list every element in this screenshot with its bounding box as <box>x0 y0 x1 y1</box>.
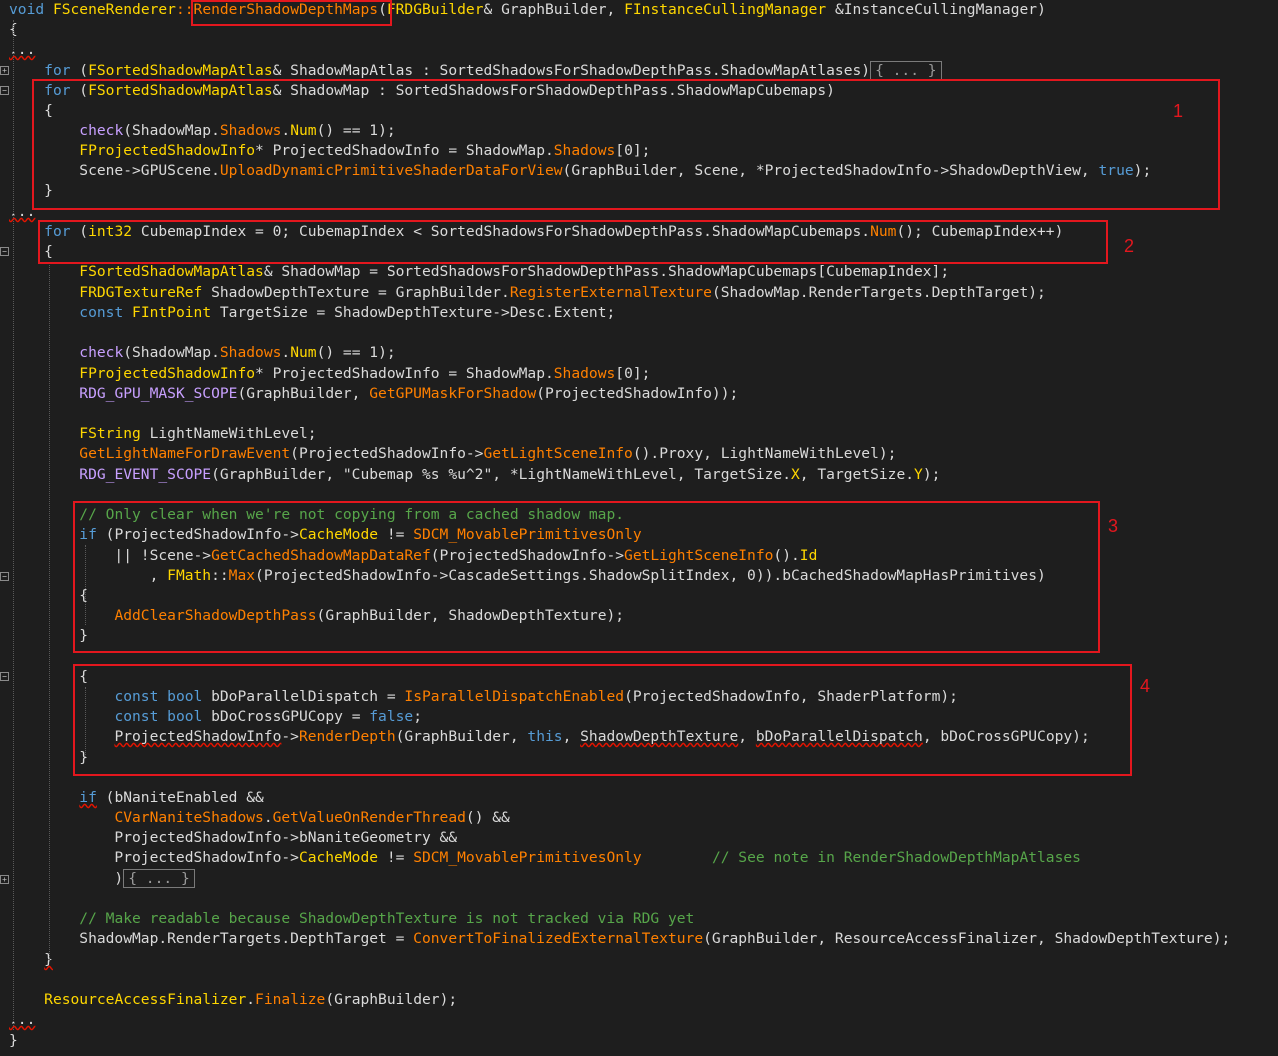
code-line[interactable]: { <box>9 101 53 121</box>
code-line[interactable]: || !Scene->GetCachedShadowMapDataRef(Pro… <box>9 546 817 566</box>
code-line[interactable]: // Only clear when we're not copying fro… <box>9 505 624 525</box>
fold-toggle-icon[interactable]: − <box>0 86 9 95</box>
code-editor[interactable]: void FSceneRenderer::RenderShadowDepthMa… <box>0 0 1278 1056</box>
code-line[interactable]: ){ ... } <box>9 869 195 889</box>
code-line[interactable]: FProjectedShadowInfo* ProjectedShadowInf… <box>9 364 650 384</box>
fold-toggle-icon[interactable]: − <box>0 672 9 681</box>
code-line[interactable]: FRDGTextureRef ShadowDepthTexture = Grap… <box>9 283 1046 303</box>
indent-guide <box>13 20 14 1030</box>
code-line[interactable]: ProjectedShadowInfo->RenderDepth(GraphBu… <box>9 727 1089 747</box>
code-line[interactable]: check(ShadowMap.Shadows.Num() == 1); <box>9 343 395 363</box>
code-line[interactable]: void FSceneRenderer::RenderShadowDepthMa… <box>9 0 1046 20</box>
indent-guide <box>49 262 50 962</box>
code-line[interactable]: const FIntPoint TargetSize = ShadowDepth… <box>9 303 615 323</box>
code-line[interactable]: } <box>9 181 53 201</box>
code-line[interactable]: for (FSortedShadowMapAtlas& ShadowMapAtl… <box>9 61 942 81</box>
annotation-label-2: 2 <box>1124 236 1135 256</box>
code-line[interactable]: FSortedShadowMapAtlas& ShadowMap = Sorte… <box>9 262 949 282</box>
annotation-label-4: 4 <box>1140 676 1151 696</box>
code-line[interactable]: Scene->GPUScene.UploadDynamicPrimitiveSh… <box>9 161 1151 181</box>
annotation-label-1: 1 <box>1173 101 1184 121</box>
code-line[interactable]: const bool bDoCrossGPUCopy = false; <box>9 707 422 727</box>
code-line[interactable]: RDG_GPU_MASK_SCOPE(GraphBuilder, GetGPUM… <box>9 384 738 404</box>
code-line[interactable]: check(ShadowMap.Shadows.Num() == 1); <box>9 121 395 141</box>
code-line[interactable]: , FMath::Max(ProjectedShadowInfo->Cascad… <box>9 566 1046 586</box>
code-line[interactable]: if (bNaniteEnabled && <box>9 788 264 808</box>
code-line[interactable]: ResourceAccessFinalizer.Finalize(GraphBu… <box>9 990 457 1010</box>
code-line[interactable]: { <box>9 242 53 262</box>
code-line[interactable]: FProjectedShadowInfo* ProjectedShadowInf… <box>9 141 650 161</box>
fold-toggle-icon[interactable]: + <box>0 875 9 884</box>
fold-toggle-icon[interactable]: + <box>0 66 9 75</box>
code-line[interactable]: const bool bDoParallelDispatch = IsParal… <box>9 687 958 707</box>
annotation-label-3: 3 <box>1108 516 1119 536</box>
fold-toggle-icon[interactable]: − <box>0 247 9 256</box>
fold-toggle-icon[interactable]: − <box>0 572 9 581</box>
code-line[interactable]: } <box>9 950 53 970</box>
indent-guide <box>85 545 86 625</box>
code-line[interactable]: for (FSortedShadowMapAtlas& ShadowMap : … <box>9 81 835 101</box>
code-line[interactable]: AddClearShadowDepthPass(GraphBuilder, Sh… <box>9 606 624 626</box>
code-line[interactable]: ProjectedShadowInfo->bNaniteGeometry && <box>9 828 457 848</box>
code-line[interactable]: FString LightNameWithLevel; <box>9 424 316 444</box>
code-line[interactable]: for (int32 CubemapIndex = 0; CubemapInde… <box>9 222 1063 242</box>
code-line[interactable]: } <box>9 1031 18 1051</box>
code-line[interactable]: GetLightNameForDrawEvent(ProjectedShadow… <box>9 444 896 464</box>
code-line[interactable]: RDG_EVENT_SCOPE(GraphBuilder, "Cubemap %… <box>9 465 940 485</box>
code-line[interactable]: ProjectedShadowInfo->CacheMode != SDCM_M… <box>9 848 1081 868</box>
indent-guide <box>85 687 86 757</box>
code-line[interactable]: if (ProjectedShadowInfo->CacheMode != SD… <box>9 525 641 545</box>
code-line[interactable]: ShadowMap.RenderTargets.DepthTarget = Co… <box>9 929 1230 949</box>
code-line[interactable]: CVarNaniteShadows.GetValueOnRenderThread… <box>9 808 509 828</box>
code-line[interactable]: // Make readable because ShadowDepthText… <box>9 909 694 929</box>
